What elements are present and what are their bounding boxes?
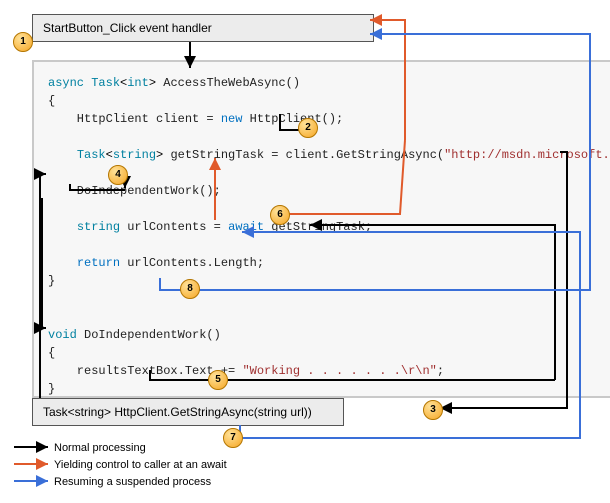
startbutton-label: StartButton_Click event handler [43, 21, 212, 35]
code-block: async Task<int> AccessTheWebAsync() { Ht… [32, 60, 610, 398]
getstringasync-label: Task<string> HttpClient.GetStringAsync(s… [43, 405, 312, 419]
marker-4: 4 [108, 165, 128, 185]
marker-3: 3 [423, 400, 443, 420]
getstringasync-box: Task<string> HttpClient.GetStringAsync(s… [32, 398, 344, 426]
legend-normal: Normal processing [54, 442, 146, 454]
marker-8: 8 [180, 279, 200, 299]
marker-2: 2 [298, 118, 318, 138]
legend-resume: Resuming a suspended process [54, 476, 211, 488]
marker-5: 5 [208, 370, 228, 390]
diagram-canvas: StartButton_Click event handler async Ta… [10, 10, 600, 490]
legend-yield: Yielding control to caller at an await [54, 459, 227, 471]
startbutton-handler-box: StartButton_Click event handler [32, 14, 374, 42]
marker-6: 6 [270, 205, 290, 225]
marker-1: 1 [13, 32, 33, 52]
marker-7: 7 [223, 428, 243, 448]
